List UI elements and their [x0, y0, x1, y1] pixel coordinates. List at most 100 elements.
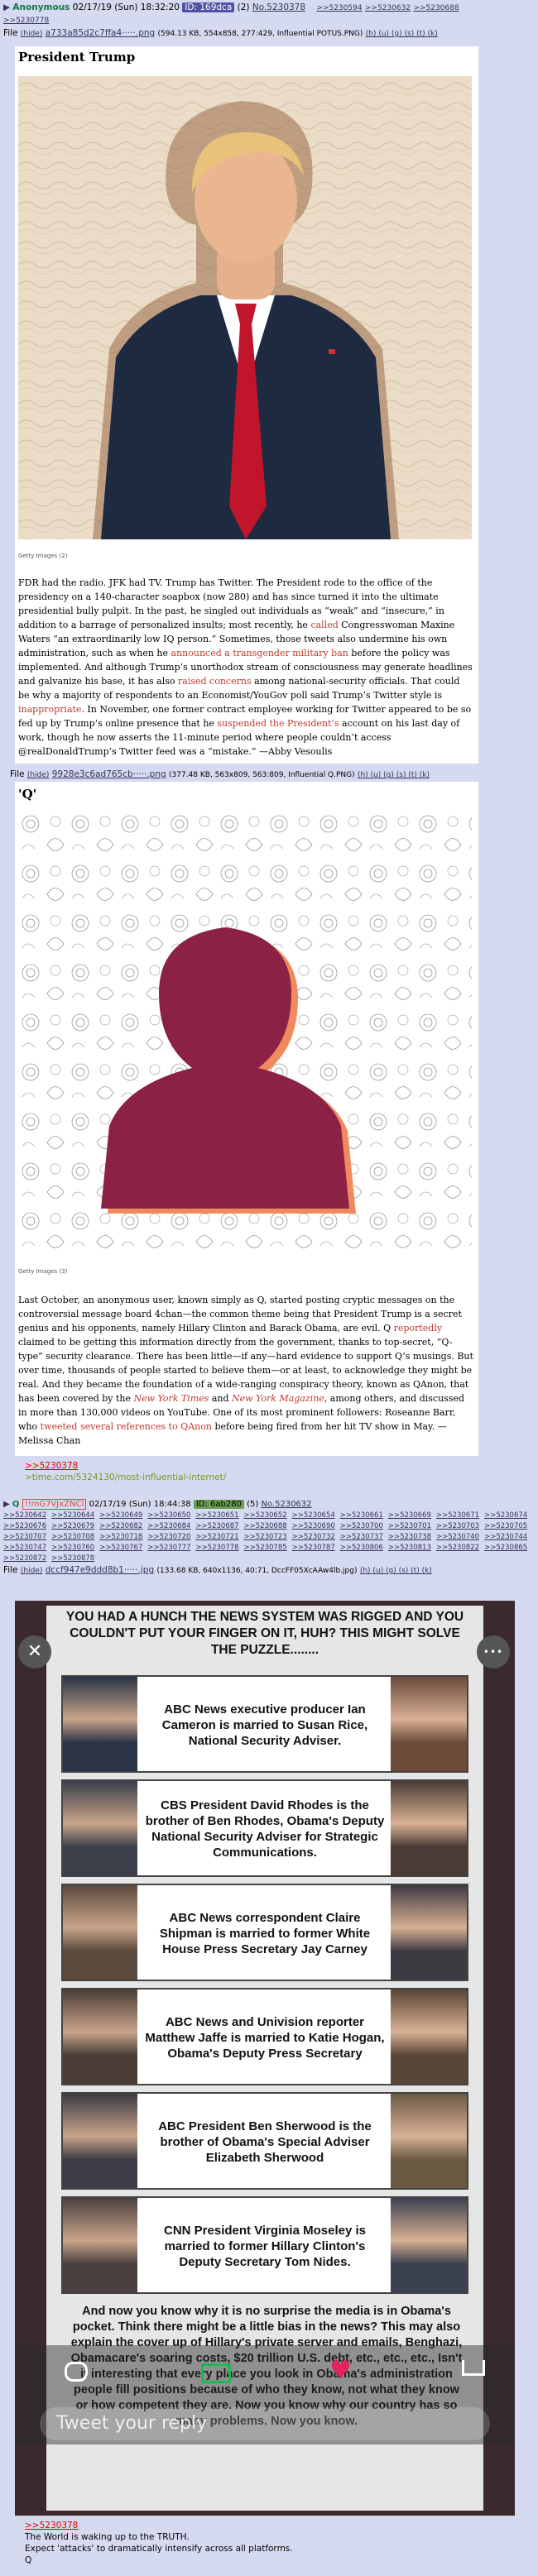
poster-name: Anonymous	[12, 2, 70, 12]
file-label: File	[10, 769, 25, 779]
file-tools[interactable]: (h) (u) (g) (s) (t) (k)	[366, 30, 438, 38]
backlink[interactable]: >>5230651	[195, 1511, 238, 1521]
backlink[interactable]: >>5230688	[413, 4, 459, 12]
backlink[interactable]: >>5230760	[51, 1543, 94, 1554]
hide-file-link[interactable]: (hide)	[21, 1567, 42, 1575]
poster-name: Q	[12, 1500, 20, 1509]
backlink[interactable]: >>5230813	[388, 1543, 431, 1554]
backlink[interactable]: >>5230777	[147, 1543, 190, 1554]
post-number[interactable]: No.5230632	[262, 1500, 312, 1509]
portrait-photo	[391, 2094, 467, 2188]
backlink[interactable]: >>5230872	[3, 1554, 46, 1564]
relationship-row: ABC President Ben Sherwood is the brothe…	[61, 2092, 468, 2190]
q-silhouette-graphic	[18, 812, 472, 1250]
backlink[interactable]: >>5230744	[484, 1532, 527, 1543]
backlink[interactable]: >>5230652	[244, 1511, 287, 1521]
backlink[interactable]: >>5230650	[147, 1511, 190, 1521]
relationship-text: ABC President Ben Sherwood is the brothe…	[158, 2119, 372, 2165]
backlink[interactable]: >>5230661	[340, 1511, 383, 1521]
portrait-photo	[63, 1989, 137, 2084]
backlink[interactable]: >>5230649	[99, 1511, 142, 1521]
backlink[interactable]: >>5230703	[436, 1521, 479, 1532]
relationship-row: CNN President Virginia Moseley is marrie…	[61, 2196, 468, 2294]
backlink[interactable]: >>5230721	[195, 1532, 238, 1543]
poster-id[interactable]: ID: 6ab280	[193, 1500, 244, 1509]
file-tools[interactable]: (h) (u) (g) (s) (t) (k)	[360, 1567, 432, 1575]
tweet-reply-input[interactable]: Tweet your reply	[40, 2407, 490, 2440]
reply-icon[interactable]	[65, 2362, 88, 2382]
backlink[interactable]: >>5230682	[99, 1521, 142, 1532]
close-icon[interactable]: ✕	[18, 1635, 51, 1669]
inline-link: announced a transgender military ban	[171, 648, 348, 658]
backlink[interactable]: >>5230688	[244, 1521, 287, 1532]
portrait-photo	[63, 1781, 137, 1875]
backlink[interactable]: >>5230778	[3, 17, 49, 25]
backlink[interactable]: >>5230878	[51, 1554, 94, 1564]
backlink[interactable]: >>5230787	[292, 1543, 335, 1554]
message-line: Q	[25, 2555, 32, 2565]
inline-link: New York Magazine	[232, 1393, 324, 1404]
file-info-2: File (hide) 9928e3c6ad765cb·····.png (37…	[10, 769, 538, 781]
portrait-photo	[391, 1989, 467, 2084]
reply-link[interactable]: >>5230378	[25, 1461, 78, 1471]
file-name-link[interactable]: 9928e3c6ad765cb·····.png	[52, 769, 166, 779]
post-number[interactable]: No.5230378	[252, 2, 305, 12]
backlink[interactable]: >>5230674	[484, 1511, 527, 1521]
backlink[interactable]: >>5230707	[3, 1532, 46, 1543]
attached-image-1[interactable]: President Trump Getty Images (2) FDR had…	[15, 46, 478, 764]
backlink[interactable]: >>5230679	[51, 1521, 94, 1532]
backlink[interactable]: >>5230700	[340, 1521, 383, 1532]
backlink[interactable]: >>5230785	[244, 1543, 287, 1554]
backlink[interactable]: >>5230718	[99, 1532, 142, 1543]
backlink[interactable]: >>5230806	[340, 1543, 383, 1554]
attached-image-2[interactable]: 'Q' Getty Images (3) Last October, an an…	[15, 782, 478, 1456]
poster-id[interactable]: ID: 169dca	[182, 2, 235, 12]
share-icon[interactable]	[462, 2360, 485, 2376]
backlink[interactable]: >>5230654	[292, 1511, 335, 1521]
backlink[interactable]: >>5230740	[436, 1532, 479, 1543]
backlink[interactable]: >>5230644	[51, 1511, 94, 1521]
backlink[interactable]: >>5230767	[99, 1543, 142, 1554]
hide-file-link[interactable]: (hide)	[21, 30, 42, 38]
backlink[interactable]: >>5230822	[436, 1543, 479, 1554]
file-name-link[interactable]: a733a85d2c7ffa4·····.png	[46, 28, 155, 38]
reply-link[interactable]: >>5230378	[25, 2521, 78, 2531]
post-arrow[interactable]: ▶	[3, 1500, 10, 1509]
backlink[interactable]: >>5230732	[292, 1532, 335, 1543]
backlink[interactable]: >>5230737	[340, 1532, 383, 1543]
file-tools[interactable]: (h) (u) (g) (s) (t) (k)	[358, 771, 430, 779]
file-label: File	[3, 28, 18, 38]
backlink[interactable]: >>5230738	[388, 1532, 431, 1543]
portrait-photo	[391, 1885, 467, 1980]
backlink[interactable]: >>5230684	[147, 1521, 190, 1532]
hide-file-link[interactable]: (hide)	[27, 771, 49, 779]
attached-image-3[interactable]: YOU HAD A HUNCH THE NEWS SYSTEM WAS RIGG…	[15, 1601, 515, 2516]
like-icon[interactable]: ♥	[329, 2358, 352, 2383]
backlink[interactable]: >>5230708	[51, 1532, 94, 1543]
backlink[interactable]: >>5230676	[3, 1521, 46, 1532]
backlink[interactable]: >>5230865	[484, 1543, 527, 1554]
file-name-link[interactable]: dccf947e9ddd8b1·····.jpg	[46, 1565, 154, 1575]
backlink[interactable]: >>5230778	[195, 1543, 238, 1554]
portrait-photo	[391, 1781, 467, 1875]
backlink[interactable]: >>5230690	[292, 1521, 335, 1532]
article-body-1: FDR had the radio. JFK had TV. Trump has…	[18, 576, 473, 759]
backlink[interactable]: >>5230701	[388, 1521, 431, 1532]
backlink[interactable]: >>5230687	[195, 1521, 238, 1532]
inline-link: New York Times	[133, 1393, 209, 1404]
retweet-icon[interactable]	[201, 2363, 231, 2383]
backlink[interactable]: >>5230669	[388, 1511, 431, 1521]
backlink[interactable]: >>5230705	[484, 1521, 527, 1532]
backlink[interactable]: >>5230720	[147, 1532, 190, 1543]
backlink[interactable]: >>5230723	[244, 1532, 287, 1543]
file-info-1: File (hide) a733a85d2c7ffa4·····.png (59…	[3, 28, 535, 40]
backlink[interactable]: >>5230747	[3, 1543, 46, 1554]
backlink[interactable]: >>5230642	[3, 1511, 46, 1521]
backlink[interactable]: >>5230594	[316, 4, 362, 12]
tripcode: !!mG7VJxZNCI	[22, 1499, 87, 1510]
backlink[interactable]: >>5230632	[365, 4, 411, 12]
file-meta: (377.48 KB, 563x809, 563:809, Influentia…	[169, 771, 355, 779]
backlink[interactable]: >>5230671	[436, 1511, 479, 1521]
post-arrow[interactable]: ▶	[3, 2, 10, 12]
more-options-icon[interactable]: •••	[477, 1635, 510, 1669]
